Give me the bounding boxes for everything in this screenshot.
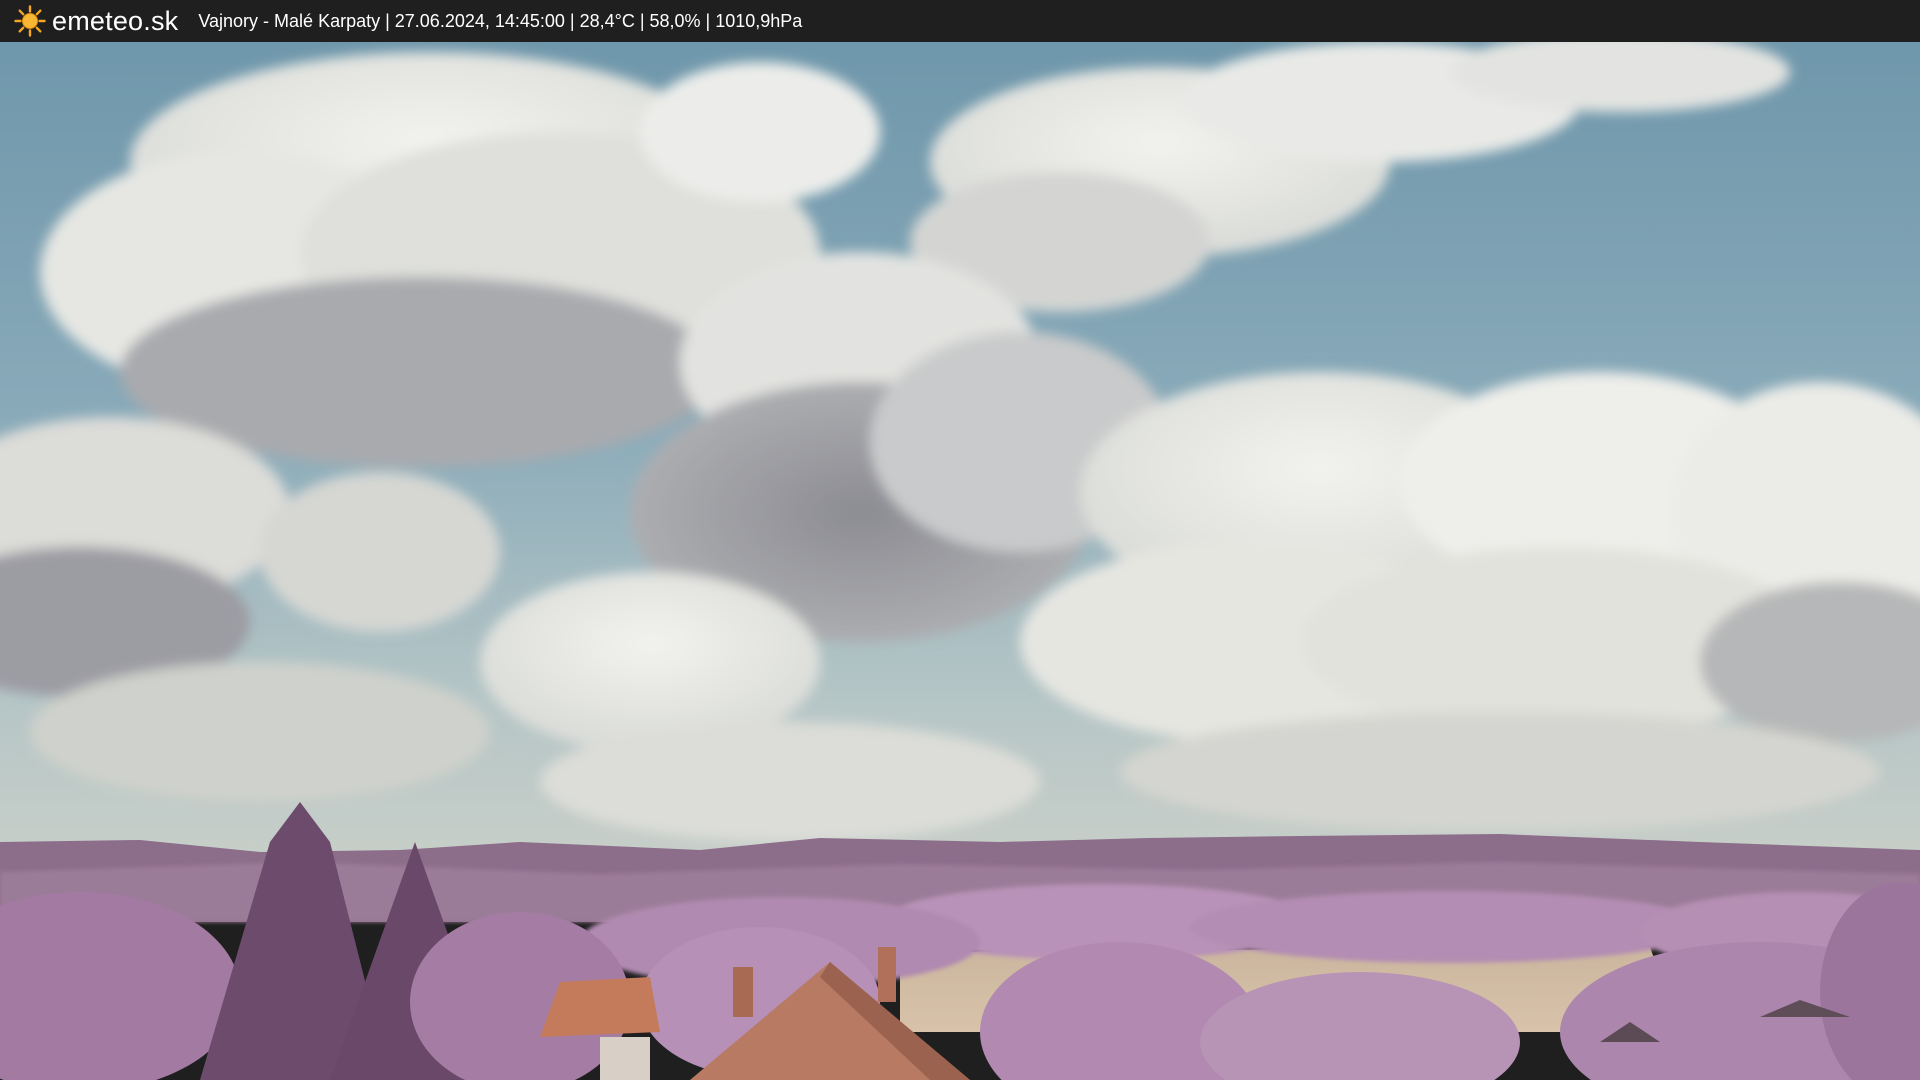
emeteo-logo[interactable]: emeteo.sk (14, 5, 178, 37)
brand-name[interactable]: emeteo.sk (52, 6, 178, 37)
webcam-image (0, 42, 1920, 1080)
sun-icon (14, 5, 46, 37)
top-bar: emeteo.sk Vajnory - Malé Karpaty | 27.06… (0, 0, 1920, 42)
webcam-caption: Vajnory - Malé Karpaty | 27.06.2024, 14:… (198, 10, 803, 31)
